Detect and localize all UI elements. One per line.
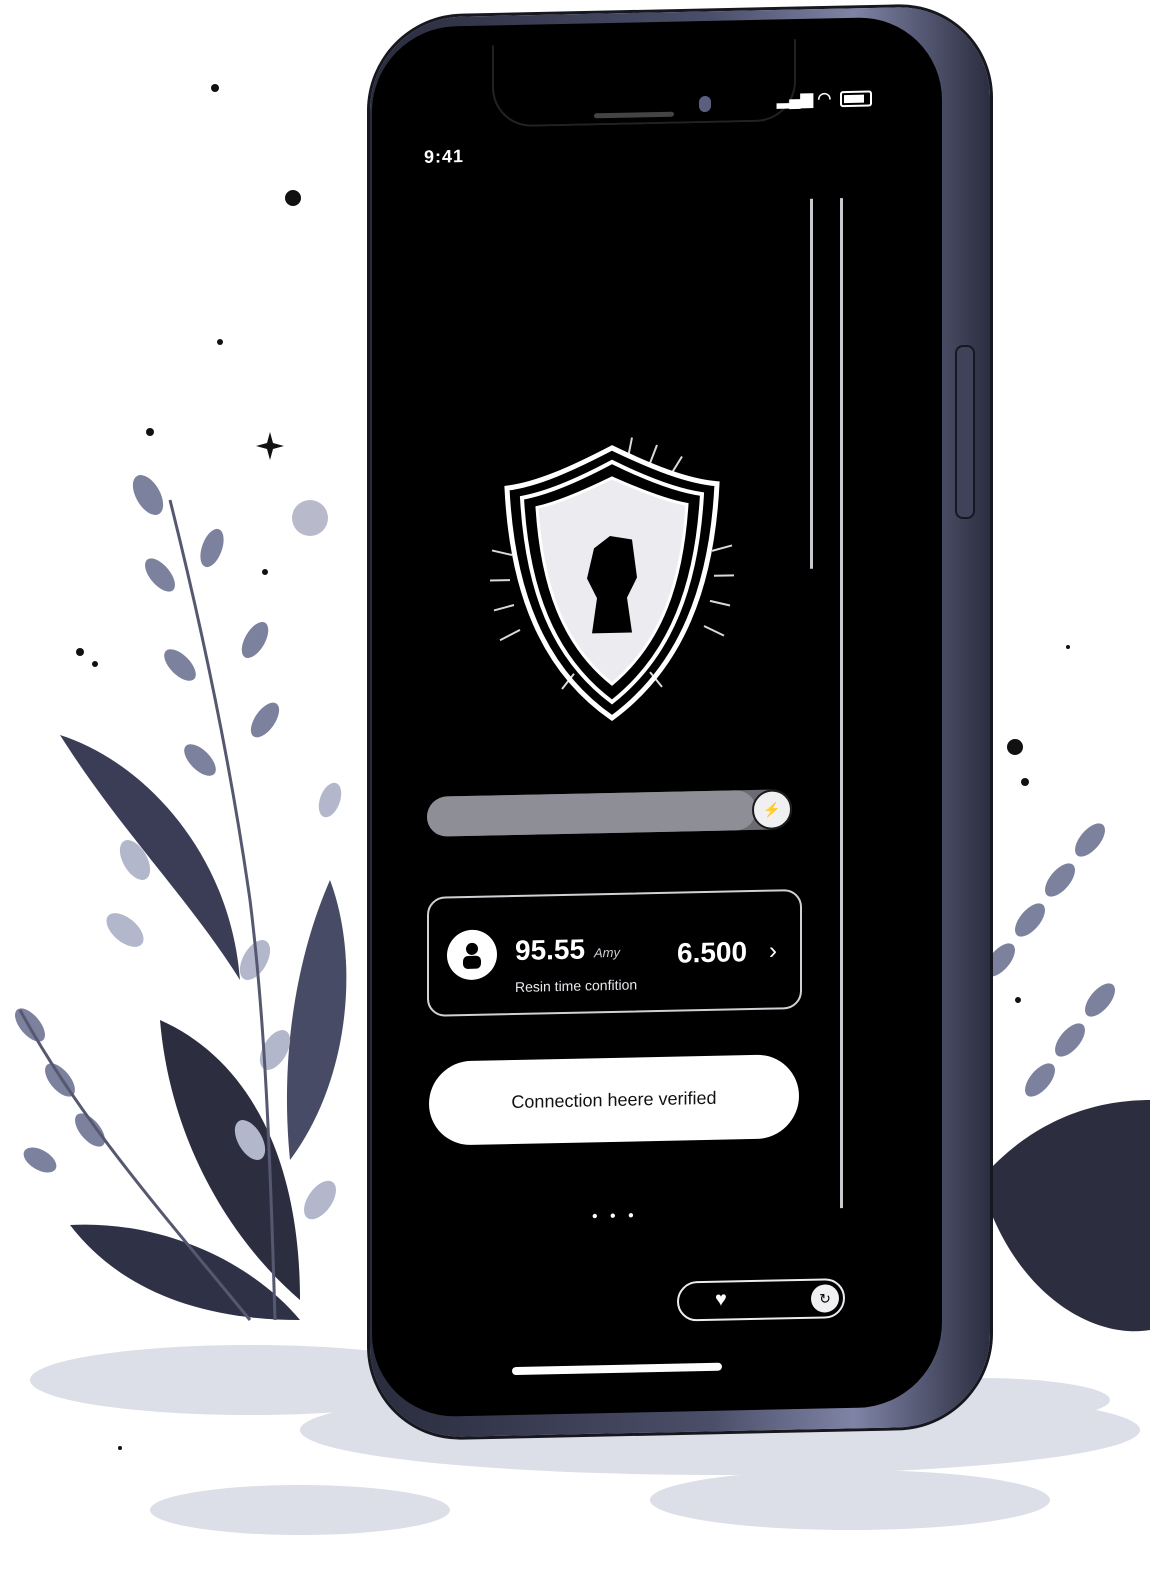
card-subtitle: Resin time confition — [515, 976, 638, 995]
shield-lock-icon — [490, 437, 734, 722]
left-foliage — [15, 475, 347, 1321]
decorative-line — [810, 198, 813, 569]
right-foliage — [980, 823, 1150, 1332]
home-indicator[interactable] — [512, 1362, 722, 1376]
person-icon — [463, 942, 481, 969]
status-time: 9:41 — [424, 146, 465, 167]
cell-signal-icon: ▂▄▆ — [777, 90, 813, 109]
bolt-icon[interactable]: ⚡ — [752, 789, 792, 831]
wifi-icon: ◠ — [817, 90, 832, 108]
status-icons: ▂▄▆ ◠ — [777, 87, 872, 109]
refresh-icon[interactable]: ↻ — [811, 1284, 839, 1313]
phone-screen: 9:41 ▂▄▆ ◠ ⚡ 95.55 Amy Resin time confit… — [372, 16, 942, 1418]
info-card[interactable]: 95.55 Amy Resin time confition 6.500 › — [427, 888, 802, 1017]
card-value: 95.55 — [515, 933, 586, 966]
card-unit: Amy — [594, 944, 620, 961]
chevron-right-icon[interactable]: › — [769, 937, 777, 965]
security-shield — [482, 425, 742, 730]
battery-icon — [839, 90, 872, 107]
phone-side-button — [955, 345, 975, 519]
notch — [492, 39, 796, 128]
moon-circle — [292, 500, 328, 536]
progress-fill — [427, 789, 756, 837]
avatar — [447, 929, 497, 981]
connection-verified-button[interactable]: Connection heere verified — [429, 1054, 799, 1146]
heart-icon[interactable]: ♥ — [715, 1289, 727, 1312]
camera-icon — [699, 95, 711, 113]
speaker-grille — [594, 111, 674, 119]
bottom-toggle[interactable]: ♥ ↻ — [677, 1278, 845, 1322]
decorative-line — [840, 198, 843, 1209]
card-amount: 6.500 — [677, 936, 748, 969]
progress-slider[interactable]: ⚡ — [427, 789, 792, 837]
pagination-dots[interactable]: • • • — [592, 1207, 638, 1226]
